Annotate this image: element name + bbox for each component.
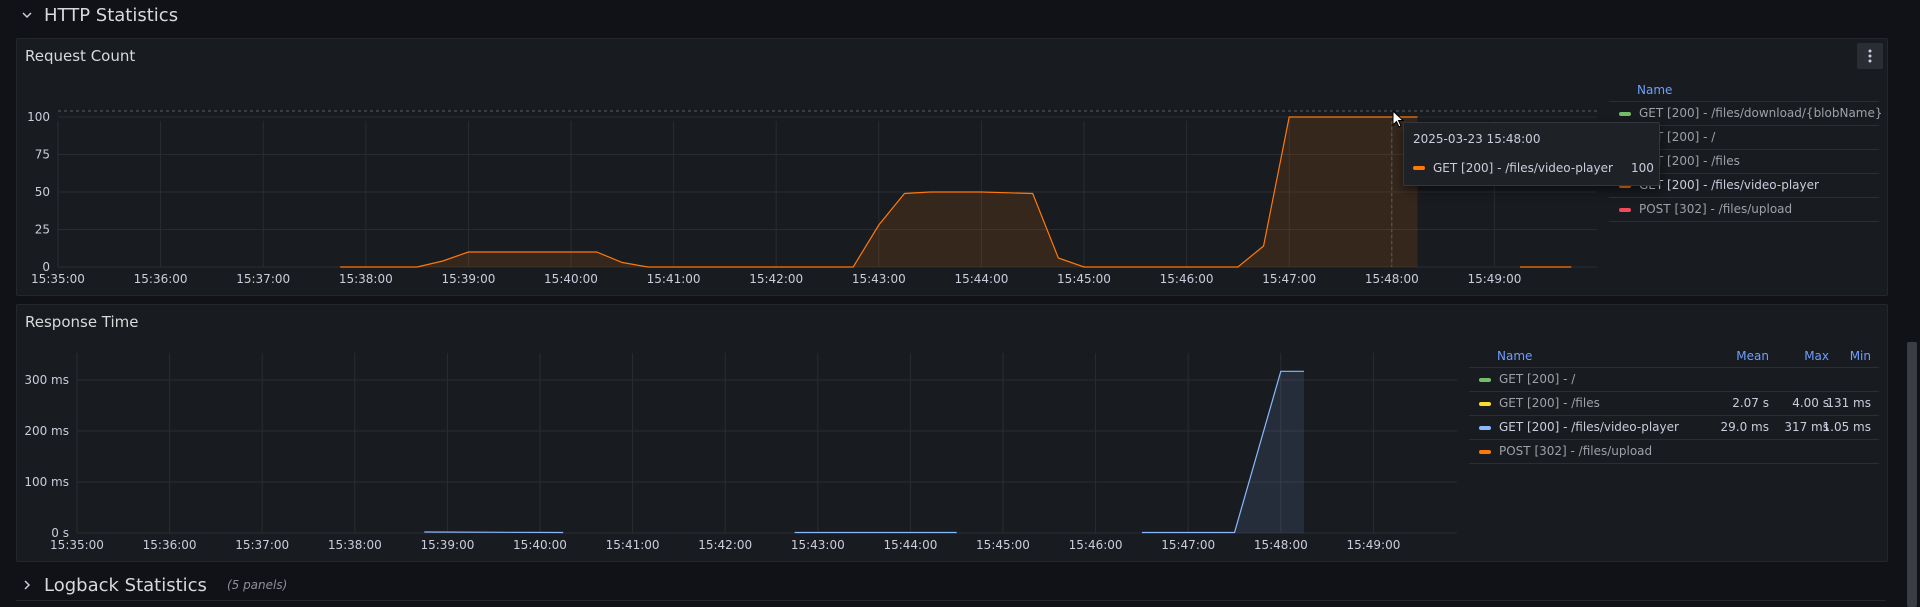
legend-item[interactable]: GET [200] - /files/video-player 29.0 ms … [1469,416,1879,440]
chevron-right-icon [20,578,34,592]
series-color-swatch [1619,111,1631,116]
x-tick-label: 15:47:00 [1262,272,1316,286]
x-tick-label: 15:44:00 [883,538,937,552]
panel-title: Request Count [25,47,136,65]
x-tick-label: 15:40:00 [513,538,567,552]
legend-item[interactable]: POST [302] - /files/upload [1469,440,1879,464]
legend-min: 1.05 ms [1822,420,1871,434]
chart-tooltip: 2025-03-23 15:48:00 GET [200] - /files/v… [1403,122,1660,186]
x-tick-label: 15:39:00 [441,272,495,286]
y-tick-label: 100 [27,110,50,124]
x-tick-label: 15:39:00 [420,538,474,552]
x-tick-label: 15:46:00 [1160,272,1214,286]
tooltip-timestamp: 2025-03-23 15:48:00 [1413,132,1541,146]
more-vertical-icon [1868,49,1872,63]
x-tick-label: 15:38:00 [339,272,393,286]
x-tick-label: 15:42:00 [698,538,752,552]
tooltip-value: 100 [1631,161,1654,175]
panel-menu-button[interactable] [1857,43,1883,69]
x-tick-label: 15:36:00 [134,272,188,286]
series-color-swatch [1413,166,1425,170]
legend-min: 131 ms [1826,396,1871,410]
response-time-chart[interactable]: 15:35:00 15:36:00 15:37:00 15:38:00 15:39:00… [17,339,1467,561]
panel-response-time: Response Time 15:35:00 15:36:00 15:37:00 15… [16,304,1888,562]
row-title: Logback Statistics [44,574,207,596]
scrollbar-thumb[interactable] [1907,342,1917,607]
legend-header-max[interactable]: Max [1804,345,1829,367]
y-tick-label: 50 [35,185,50,199]
x-tick-label: 15:48:00 [1254,538,1308,552]
panel-title: Response Time [25,313,139,331]
chevron-down-icon [20,8,34,22]
response-time-legend: Name Mean Max Min GET [200] - / GET [200… [1469,345,1879,464]
row-panel-count: (5 panels) [226,578,288,592]
y-tick-label: 100 ms [24,475,69,489]
x-tick-label: 15:41:00 [647,272,701,286]
legend-max: 4.00 s [1792,396,1829,410]
legend-header: Name Mean Max Min [1469,345,1879,368]
row-header-http-statistics[interactable]: HTTP Statistics [20,0,178,30]
x-tick-label: 15:36:00 [143,538,197,552]
series-area [1141,371,1304,533]
legend-header-name[interactable]: Name [1609,79,1879,102]
x-tick-label: 15:42:00 [749,272,803,286]
row-divider [16,600,1886,601]
legend-item[interactable]: POST [302] - /files/upload [1609,198,1879,222]
series-color-swatch [1479,449,1491,454]
legend-header-min[interactable]: Min [1850,345,1871,367]
y-tick-label: 300 ms [24,373,69,387]
x-tick-label: 15:49:00 [1467,272,1521,286]
x-tick-label: 15:49:00 [1346,538,1400,552]
y-tick-label: 0 [42,260,50,274]
series-color-swatch [1479,425,1491,430]
x-tick-label: 15:47:00 [1161,538,1215,552]
x-tick-label: 15:45:00 [976,538,1030,552]
tooltip-series: GET [200] - /files/video-player [1413,161,1613,175]
x-tick-label: 15:48:00 [1365,272,1419,286]
row-title: HTTP Statistics [44,4,179,26]
y-tick-label: 200 ms [24,424,69,438]
x-tick-label: 15:37:00 [235,538,289,552]
x-tick-label: 15:43:00 [852,272,906,286]
row-header-logback-statistics[interactable]: Logback Statistics (5 panels) [20,570,287,600]
x-tick-label: 15:35:00 [50,538,104,552]
x-tick-label: 15:43:00 [791,538,845,552]
legend-mean: 2.07 s [1732,396,1769,410]
legend-item[interactable]: GET [200] - /files 2.07 s 4.00 s 131 ms [1469,392,1879,416]
series-line [424,531,564,534]
legend-header-name[interactable]: Name [1469,349,1532,363]
series-color-swatch [1479,401,1491,406]
y-tick-label: 0 s [51,526,69,540]
x-tick-label: 15:46:00 [1069,538,1123,552]
x-tick-label: 15:44:00 [954,272,1008,286]
series-color-swatch [1619,207,1631,212]
x-tick-label: 15:40:00 [544,272,598,286]
legend-item[interactable]: GET [200] - / [1469,368,1879,392]
y-tick-label: 75 [35,148,50,162]
legend-mean: 29.0 ms [1720,420,1769,434]
legend-header-mean[interactable]: Mean [1736,345,1769,367]
x-tick-label: 15:38:00 [328,538,382,552]
x-tick-label: 15:35:00 [31,272,85,286]
y-tick-label: 25 [35,223,50,237]
x-tick-label: 15:41:00 [606,538,660,552]
page-scrollbar[interactable] [1904,0,1920,607]
mouse-cursor-icon [1392,110,1405,128]
x-tick-label: 15:45:00 [1057,272,1111,286]
request-count-chart[interactable]: 15:35:00 15:36:00 15:37:00 15:38:00 15:39:00… [17,73,1607,295]
series-color-swatch [1479,377,1491,382]
x-tick-label: 15:37:00 [236,272,290,286]
